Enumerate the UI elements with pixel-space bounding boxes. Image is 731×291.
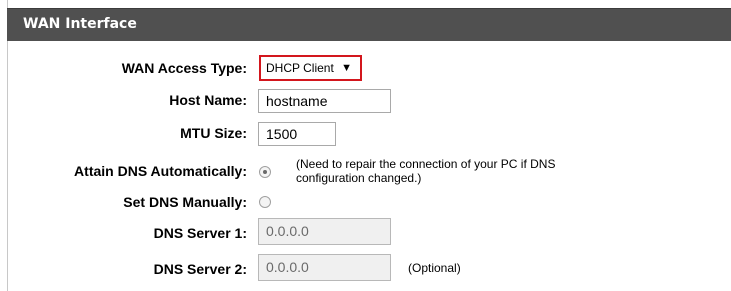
set-dns-radio[interactable] (259, 196, 271, 208)
dns-server-2-label: DNS Server 2: (153, 261, 247, 277)
dns-repair-note: (Need to repair the connection of your P… (296, 157, 556, 185)
host-name-input[interactable]: hostname (258, 89, 391, 113)
radio-checked-dot (263, 170, 267, 174)
attain-dns-label: Attain DNS Automatically: (74, 163, 247, 179)
wan-access-type-label: WAN Access Type: (121, 60, 247, 76)
optional-hint: (Optional) (408, 261, 461, 275)
section-header: WAN Interface (7, 8, 731, 41)
wan-interface-panel (7, 0, 731, 291)
caret-down-icon: ▼ (341, 62, 352, 74)
dns-server-1-input[interactable]: 0.0.0.0 (258, 218, 391, 245)
mtu-size-label: MTU Size: (180, 125, 247, 141)
set-dns-label: Set DNS Manually: (123, 194, 247, 210)
dns-server-2-input[interactable]: 0.0.0.0 (258, 254, 391, 281)
wan-access-type-value: DHCP Client (266, 61, 334, 75)
wan-access-type-select[interactable]: DHCP Client ▼ (259, 55, 362, 81)
mtu-size-input[interactable]: 1500 (258, 122, 336, 146)
section-title: WAN Interface (23, 16, 137, 32)
host-name-label: Host Name: (169, 92, 247, 108)
dns-server-1-label: DNS Server 1: (153, 225, 247, 241)
attain-dns-radio[interactable] (259, 166, 271, 178)
